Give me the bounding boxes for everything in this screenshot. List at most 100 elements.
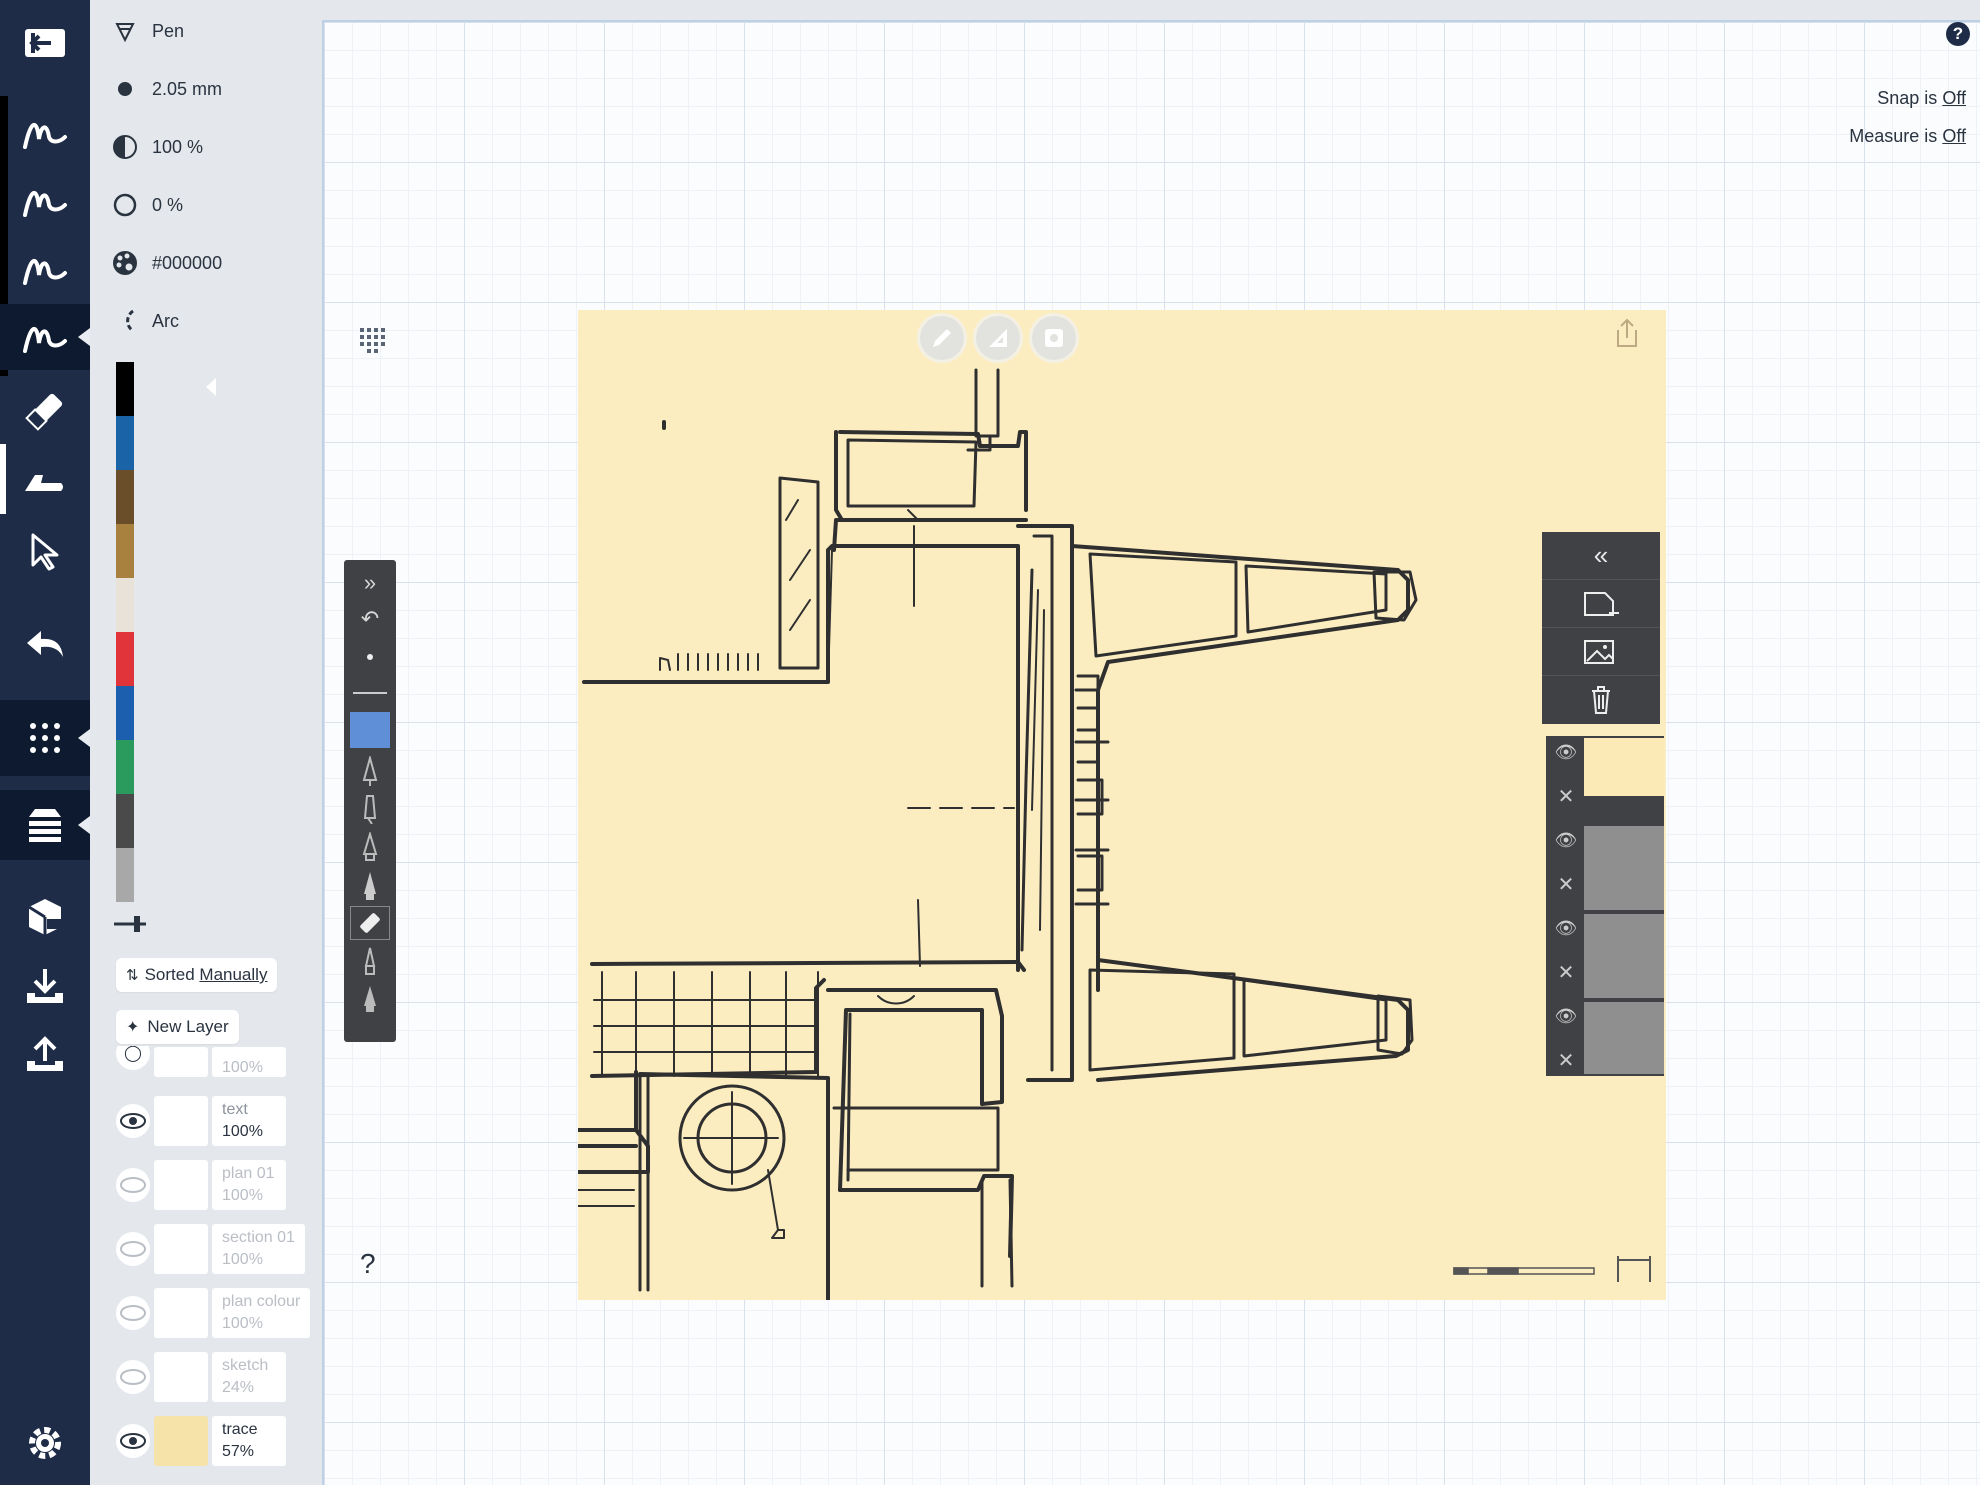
layer-row[interactable]: sketch 24% bbox=[116, 1350, 350, 1404]
scale-bar bbox=[1453, 1256, 1651, 1282]
pen-3-button[interactable] bbox=[0, 236, 90, 302]
page-row[interactable]: 👁 ✕ bbox=[1546, 824, 1664, 912]
page-thumbnail[interactable] bbox=[1584, 738, 1664, 796]
opacity-row[interactable]: 100 % bbox=[110, 130, 203, 164]
color-swatch[interactable] bbox=[116, 524, 134, 578]
measure-value[interactable]: Off bbox=[1942, 126, 1966, 146]
import-button[interactable] bbox=[0, 954, 90, 1020]
line-mode-row[interactable]: Arc bbox=[110, 304, 179, 338]
pen-type-3-button[interactable] bbox=[350, 830, 390, 864]
page-row[interactable]: 👁 ✕ bbox=[1546, 736, 1664, 824]
eye-open-icon[interactable]: 👁 bbox=[1554, 918, 1578, 948]
grid-snap-icon[interactable] bbox=[358, 326, 388, 356]
select-button[interactable] bbox=[0, 518, 90, 584]
undo-button[interactable] bbox=[0, 612, 90, 678]
color-swatch[interactable] bbox=[116, 632, 134, 686]
eye-open-icon[interactable]: 👁 bbox=[1554, 742, 1578, 772]
close-icon[interactable]: ✕ bbox=[1554, 1048, 1578, 1078]
color-swatch[interactable] bbox=[116, 794, 134, 848]
color-swatch[interactable] bbox=[116, 470, 134, 524]
drawing-paper[interactable] bbox=[578, 310, 1666, 1300]
shape-mode-button[interactable] bbox=[1032, 316, 1076, 360]
pen-1-button[interactable] bbox=[0, 100, 90, 166]
pen-tip-icon bbox=[110, 16, 140, 46]
eraser-tool-button[interactable] bbox=[350, 906, 390, 940]
new-layer-button[interactable]: ✦ New Layer bbox=[116, 1010, 239, 1044]
layer-row[interactable]: ◯ 100% bbox=[116, 1046, 350, 1078]
eye-open-icon[interactable] bbox=[116, 1104, 150, 1138]
color-selector-button[interactable] bbox=[350, 712, 390, 748]
page-thumbnail[interactable] bbox=[1584, 1002, 1664, 1074]
eye-closed-icon[interactable] bbox=[116, 1168, 150, 1202]
pin-icon[interactable] bbox=[112, 912, 148, 936]
page-row[interactable]: 👁 ✕ bbox=[1546, 1000, 1664, 1076]
export-button[interactable] bbox=[0, 1022, 90, 1088]
dot-size-button[interactable] bbox=[350, 640, 390, 674]
add-image-button[interactable] bbox=[1542, 628, 1660, 676]
pen-type-6-button[interactable] bbox=[350, 982, 390, 1016]
toolbar-undo-button[interactable]: ↶ bbox=[350, 602, 390, 636]
exit-icon bbox=[25, 29, 65, 57]
measure-status[interactable]: Measure is Off bbox=[1849, 126, 1966, 147]
collapse-toolbar-button[interactable]: » bbox=[350, 566, 390, 600]
page-row[interactable]: 👁 ✕ bbox=[1546, 912, 1664, 1000]
hand-button[interactable] bbox=[0, 448, 90, 514]
help-button[interactable]: ? bbox=[1946, 22, 1970, 46]
color-swatch[interactable] bbox=[116, 848, 134, 902]
sort-layers-button[interactable]: ⇅ Sorted Manually bbox=[116, 958, 278, 992]
add-page-button[interactable] bbox=[1542, 580, 1660, 628]
size-row[interactable]: 2.05 mm bbox=[110, 72, 222, 106]
layer-row[interactable]: trace 57% bbox=[116, 1414, 350, 1468]
pen-mode-button[interactable] bbox=[920, 316, 964, 360]
page-thumbnail[interactable] bbox=[1584, 914, 1664, 998]
grid-button[interactable] bbox=[0, 700, 90, 776]
exit-button[interactable] bbox=[0, 10, 90, 76]
settings-button[interactable] bbox=[0, 1410, 90, 1476]
layer-row[interactable]: text 100% bbox=[116, 1094, 350, 1148]
eye-closed-icon[interactable] bbox=[116, 1232, 150, 1266]
close-icon[interactable]: ✕ bbox=[1554, 960, 1578, 990]
color-swatch[interactable] bbox=[116, 740, 134, 794]
snap-status[interactable]: Snap is Off bbox=[1877, 88, 1966, 109]
pen-type-5-button[interactable] bbox=[350, 944, 390, 978]
line-mode-value: Arc bbox=[152, 310, 179, 331]
color-swatch[interactable] bbox=[116, 362, 134, 416]
layer-name: plan colour bbox=[222, 1293, 301, 1310]
ruler-mode-button[interactable] bbox=[976, 316, 1020, 360]
objects-button[interactable] bbox=[0, 884, 90, 950]
collapse-layers-button[interactable]: « bbox=[1542, 532, 1660, 580]
delete-button[interactable] bbox=[1542, 676, 1660, 724]
eye-closed-icon[interactable] bbox=[116, 1296, 150, 1330]
double-chevron-right-icon: » bbox=[363, 570, 377, 595]
layer-row[interactable]: section 01 100% bbox=[116, 1222, 350, 1276]
page-thumbnail[interactable] bbox=[1584, 826, 1664, 910]
eraser-button[interactable] bbox=[0, 378, 90, 444]
eye-open-icon[interactable] bbox=[116, 1424, 150, 1458]
pen-2-button[interactable] bbox=[0, 168, 90, 234]
eye-closed-icon[interactable] bbox=[116, 1360, 150, 1394]
pencil-tool-icon bbox=[364, 872, 376, 900]
color-row[interactable]: #000000 bbox=[110, 246, 222, 280]
line-weight-button[interactable] bbox=[350, 676, 390, 710]
eye-open-icon[interactable]: 👁 bbox=[1554, 830, 1578, 860]
color-swatch[interactable] bbox=[116, 578, 134, 632]
undo-small-icon: ↶ bbox=[360, 606, 380, 631]
canvas-help-icon[interactable]: ? bbox=[360, 1248, 376, 1280]
eye-open-icon[interactable]: 👁 bbox=[1554, 1006, 1578, 1036]
layer-row[interactable]: plan colour 100% bbox=[116, 1286, 350, 1340]
snap-value[interactable]: Off bbox=[1942, 88, 1966, 108]
color-swatch[interactable] bbox=[116, 416, 134, 470]
pen-type-4-button[interactable] bbox=[350, 868, 390, 902]
pen-type-1-button[interactable] bbox=[350, 754, 390, 788]
layers-button[interactable] bbox=[0, 790, 90, 860]
top-bar bbox=[322, 0, 1980, 20]
pen-type-2-button[interactable] bbox=[350, 792, 390, 826]
pen-4-button[interactable] bbox=[0, 304, 90, 370]
layer-row[interactable]: plan 01 100% bbox=[116, 1158, 350, 1212]
eye-closed-icon[interactable]: ◯ bbox=[116, 1046, 150, 1070]
tool-type-row[interactable]: Pen bbox=[110, 14, 184, 48]
close-icon[interactable]: ✕ bbox=[1554, 872, 1578, 902]
fill-row[interactable]: 0 % bbox=[110, 188, 183, 222]
color-swatch[interactable] bbox=[116, 686, 134, 740]
close-icon[interactable]: ✕ bbox=[1554, 784, 1578, 814]
